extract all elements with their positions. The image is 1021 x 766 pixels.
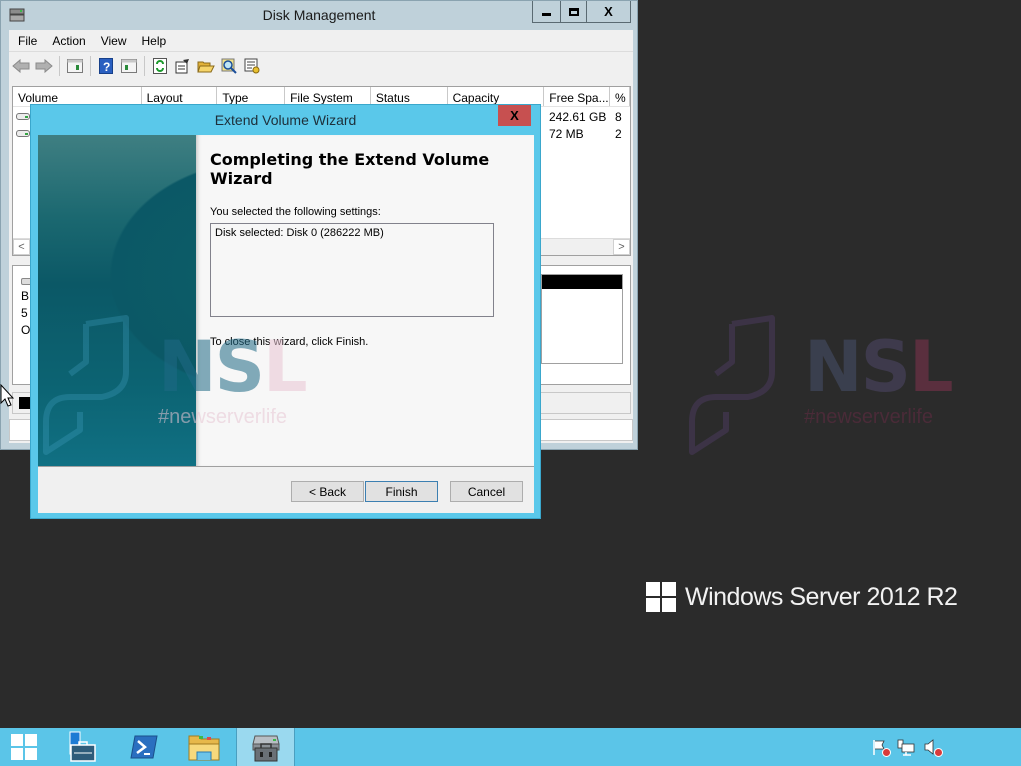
show-hide-console-tree-button[interactable] <box>66 57 84 75</box>
wizard-separator <box>38 466 534 467</box>
nsl-watermark: NSL #newserverlife <box>686 312 956 457</box>
taskbar-server-manager[interactable] <box>56 728 104 766</box>
open-button[interactable] <box>197 57 215 75</box>
windows-logo-icon <box>646 582 676 612</box>
percent-free-value: 8 <box>615 110 622 124</box>
scroll-right-button[interactable]: > <box>613 239 630 255</box>
free-space-value: 242.61 GB <box>549 110 607 124</box>
maximize-button[interactable] <box>560 1 586 22</box>
minimize-button[interactable] <box>533 1 560 22</box>
toolbar-separator <box>144 55 145 76</box>
mouse-cursor-icon <box>0 384 14 407</box>
wizard-content: Completing the Extend Volume Wizard You … <box>196 135 534 466</box>
error-badge-icon <box>882 748 891 757</box>
partition-header-bar <box>542 275 622 289</box>
partition-block[interactable] <box>541 274 623 364</box>
settings-label: You selected the following settings: <box>210 206 381 218</box>
windows-server-branding: Windows Server 2012 R2 <box>646 582 958 612</box>
file-explorer-icon <box>188 735 220 761</box>
volume-icon <box>16 130 30 137</box>
settings-icon <box>244 58 260 73</box>
windows-start-icon <box>11 734 37 760</box>
settings-button[interactable] <box>243 57 261 75</box>
menu-bar: File Action View Help <box>9 30 633 52</box>
action-pane-icon <box>121 58 137 73</box>
branding-text: Windows Server 2012 R2 <box>685 582 958 611</box>
server-manager-icon <box>69 731 96 762</box>
show-hide-action-pane-button[interactable] <box>120 57 138 75</box>
action-center-button[interactable] <box>871 738 891 757</box>
nsl-text: NSL <box>804 326 954 408</box>
taskbar <box>0 728 1021 766</box>
menu-view[interactable]: View <box>100 34 135 48</box>
console-tree-icon <box>67 58 83 73</box>
start-button[interactable] <box>0 728 48 766</box>
taskbar-powershell[interactable] <box>120 728 168 766</box>
back-icon <box>12 58 30 73</box>
column-free-space[interactable]: Free Spa... <box>544 87 611 106</box>
network-icon <box>897 739 915 756</box>
svg-text:?: ? <box>103 60 110 74</box>
network-button[interactable] <box>897 738 915 756</box>
free-space-value: 72 MB <box>549 127 584 141</box>
properties-icon <box>175 58 189 73</box>
system-tray <box>871 738 943 757</box>
settings-summary-box[interactable]: Disk selected: Disk 0 (286222 MB) <box>210 223 494 317</box>
toolbar-separator <box>90 55 91 76</box>
wizard-heading: Completing the Extend Volume Wizard <box>210 150 490 188</box>
close-button[interactable]: X <box>586 1 630 22</box>
cancel-button[interactable]: Cancel <box>450 481 523 502</box>
forward-icon <box>35 58 53 73</box>
percent-free-value: 2 <box>615 127 622 141</box>
finish-hint: To close this wizard, click Finish. <box>210 336 369 348</box>
settings-summary-text: Disk selected: Disk 0 (286222 MB) <box>215 227 384 239</box>
window-controls: X <box>532 1 631 23</box>
taskbar-computer-management[interactable] <box>236 728 295 766</box>
nsl-logo-icon <box>689 315 775 455</box>
wizard-title: Extend Volume Wizard <box>214 112 357 128</box>
column-percent-free[interactable]: % <box>610 87 630 106</box>
toolbar: ? <box>9 52 633 79</box>
refresh-button[interactable] <box>151 57 169 75</box>
open-folder-icon <box>197 61 215 72</box>
extend-volume-wizard: Extend Volume Wizard X Completing the Ex… <box>30 104 541 519</box>
wizard-client: Completing the Extend Volume Wizard You … <box>38 135 534 513</box>
nsl-tagline: #newserverlife <box>804 406 933 428</box>
menu-action[interactable]: Action <box>51 34 93 48</box>
forward-button[interactable] <box>35 57 53 75</box>
search-icon <box>221 58 237 74</box>
muted-badge-icon <box>934 748 943 757</box>
powershell-icon <box>130 735 158 759</box>
minimize-icon <box>542 13 551 16</box>
help-icon: ? <box>99 57 113 74</box>
volume-button[interactable] <box>923 738 943 757</box>
menu-file[interactable]: File <box>17 34 45 48</box>
help-button[interactable]: ? <box>97 57 115 75</box>
back-button[interactable] <box>12 57 30 75</box>
properties-button[interactable] <box>174 57 192 75</box>
menu-help[interactable]: Help <box>141 34 175 48</box>
computer-management-icon <box>251 735 280 762</box>
refresh-icon <box>153 57 167 74</box>
volume-icon <box>16 113 30 120</box>
search-button[interactable] <box>220 57 238 75</box>
scroll-left-button[interactable]: < <box>13 239 30 255</box>
wizard-side-banner <box>38 135 196 466</box>
title-bar[interactable]: Disk Management X <box>1 1 637 29</box>
toolbar-separator <box>59 55 60 76</box>
wizard-close-button[interactable]: X <box>498 105 531 126</box>
maximize-icon <box>568 7 579 16</box>
finish-button[interactable]: Finish <box>365 481 438 502</box>
back-button[interactable]: < Back <box>291 481 364 502</box>
taskbar-file-explorer[interactable] <box>180 728 228 766</box>
